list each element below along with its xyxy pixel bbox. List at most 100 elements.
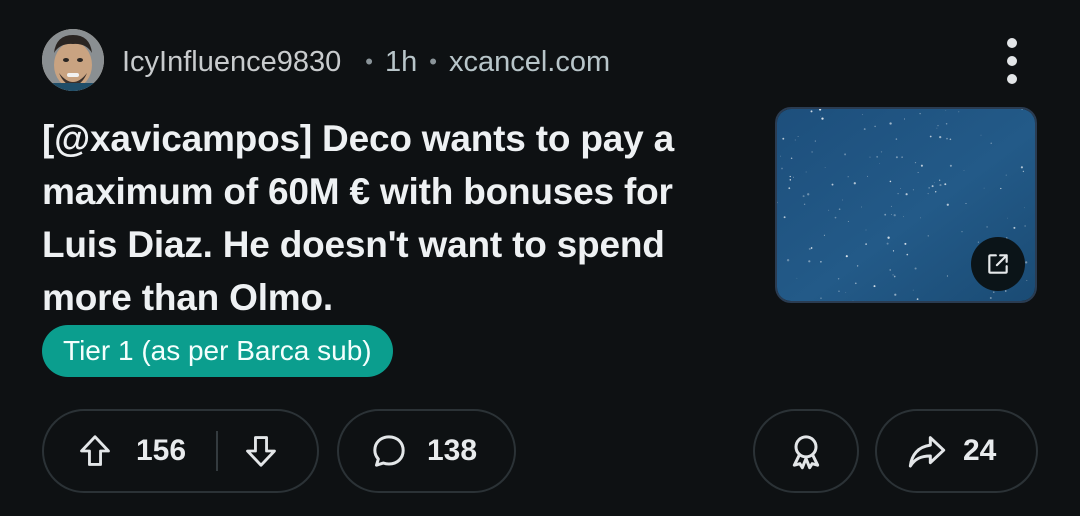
star bbox=[914, 267, 917, 270]
star bbox=[901, 156, 903, 158]
meta-separator: • bbox=[429, 49, 437, 74]
star bbox=[1024, 207, 1025, 209]
star bbox=[861, 113, 863, 115]
star bbox=[1000, 187, 1002, 190]
star bbox=[920, 217, 922, 219]
share-button[interactable]: 24 bbox=[875, 409, 1038, 493]
star bbox=[842, 199, 843, 201]
vote-count: 156 bbox=[136, 434, 187, 467]
star bbox=[810, 110, 813, 113]
post-card[interactable]: IcyInfluence9830 • 1h • xcancel.com [@xa… bbox=[0, 0, 1080, 516]
star bbox=[789, 175, 791, 178]
star bbox=[1022, 170, 1025, 173]
star bbox=[856, 265, 859, 267]
star bbox=[980, 134, 982, 136]
star bbox=[989, 297, 992, 299]
star bbox=[863, 128, 866, 131]
star bbox=[820, 115, 821, 117]
award-icon bbox=[792, 435, 820, 470]
star bbox=[1005, 174, 1007, 176]
star bbox=[986, 226, 988, 228]
star bbox=[1020, 166, 1023, 169]
star bbox=[897, 192, 899, 195]
star bbox=[890, 205, 892, 207]
star bbox=[790, 157, 793, 160]
star bbox=[903, 216, 904, 218]
star bbox=[917, 171, 919, 173]
star bbox=[931, 185, 934, 188]
comment-bubble-icon bbox=[373, 435, 405, 467]
share-arrow-icon bbox=[908, 436, 946, 468]
star bbox=[990, 142, 992, 144]
star bbox=[845, 255, 848, 258]
star bbox=[887, 236, 890, 239]
star bbox=[788, 187, 791, 190]
star bbox=[945, 122, 948, 125]
source-domain[interactable]: xcancel.com bbox=[449, 46, 610, 79]
star bbox=[797, 136, 799, 138]
external-link-button[interactable] bbox=[971, 237, 1025, 291]
star bbox=[963, 170, 965, 171]
star bbox=[794, 139, 796, 141]
star bbox=[845, 292, 847, 293]
star bbox=[1025, 261, 1028, 264]
star bbox=[892, 274, 894, 276]
post-title[interactable]: [@xavicampos] Deco wants to pay a maximu… bbox=[42, 112, 752, 324]
star bbox=[810, 247, 813, 249]
star bbox=[777, 296, 779, 298]
more-options-button[interactable] bbox=[990, 36, 1034, 86]
share-icon-wrap bbox=[905, 431, 949, 471]
author-name[interactable]: IcyInfluence9830 bbox=[122, 46, 341, 79]
star bbox=[903, 118, 906, 120]
star bbox=[874, 125, 876, 128]
star bbox=[792, 176, 795, 178]
star bbox=[824, 167, 826, 168]
star bbox=[847, 176, 849, 178]
star bbox=[861, 206, 862, 208]
star bbox=[946, 275, 948, 277]
star bbox=[820, 297, 822, 299]
star bbox=[945, 110, 947, 111]
star bbox=[912, 289, 914, 291]
downvote-button[interactable] bbox=[242, 432, 280, 470]
star bbox=[786, 259, 790, 262]
star bbox=[865, 243, 867, 245]
star bbox=[838, 290, 840, 292]
star bbox=[814, 140, 816, 142]
link-thumbnail[interactable] bbox=[775, 107, 1037, 303]
star bbox=[781, 167, 783, 170]
comments-button[interactable]: 138 bbox=[337, 409, 516, 493]
star bbox=[944, 183, 947, 186]
star bbox=[879, 163, 880, 164]
upvote-button[interactable] bbox=[76, 432, 114, 470]
star bbox=[789, 179, 792, 181]
upvote-arrow-icon bbox=[80, 435, 110, 466]
star bbox=[958, 111, 960, 113]
star bbox=[1013, 226, 1016, 229]
star bbox=[884, 213, 887, 216]
post-meta: IcyInfluence9830 • 1h • xcancel.com bbox=[122, 44, 610, 80]
star bbox=[1024, 225, 1026, 227]
share-count: 24 bbox=[963, 434, 997, 467]
star bbox=[993, 291, 995, 293]
star bbox=[934, 182, 935, 184]
vote-bar: 156 bbox=[42, 409, 319, 493]
post-flair[interactable]: Tier 1 (as per Barca sub) bbox=[42, 325, 393, 377]
star bbox=[847, 220, 849, 222]
star bbox=[965, 202, 967, 205]
star bbox=[893, 214, 896, 217]
star bbox=[949, 164, 952, 167]
avatar[interactable] bbox=[42, 29, 104, 91]
star bbox=[939, 179, 941, 181]
star bbox=[834, 216, 837, 219]
more-dot bbox=[1007, 74, 1017, 84]
star bbox=[946, 137, 948, 140]
star bbox=[869, 156, 871, 158]
star bbox=[805, 171, 807, 173]
star bbox=[893, 275, 896, 278]
star bbox=[939, 135, 942, 139]
star bbox=[1005, 290, 1007, 292]
award-button[interactable] bbox=[753, 409, 859, 493]
star bbox=[808, 260, 811, 263]
star bbox=[853, 182, 856, 185]
